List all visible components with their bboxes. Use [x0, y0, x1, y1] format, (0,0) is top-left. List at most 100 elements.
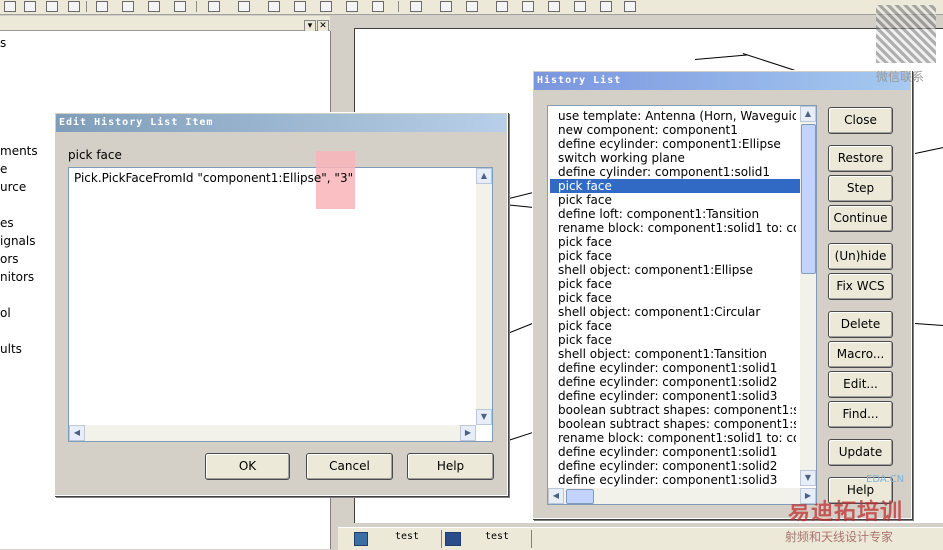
tree-item[interactable]: s — [0, 36, 6, 50]
toolbar-icon[interactable] — [346, 1, 358, 12]
toolbar-icon[interactable] — [600, 1, 612, 12]
tree-item[interactable]: e — [0, 162, 7, 176]
status-tab[interactable]: test — [485, 531, 509, 546]
toolbar-icon[interactable] — [24, 1, 36, 12]
history-list-item[interactable]: define loft: component1:Tansition — [558, 207, 796, 221]
update-button[interactable]: Update — [828, 439, 893, 466]
history-list-item[interactable]: pick face — [550, 179, 804, 193]
history-list-item[interactable]: use template: Antenna (Horn, Waveguide — [558, 109, 796, 123]
history-list-item[interactable]: define ecylinder: component1:solid3 — [558, 389, 796, 403]
tree-item[interactable]: ors — [0, 252, 19, 266]
contact-watermark: 微信联系 — [876, 70, 925, 84]
history-list-item[interactable]: shell object: component1:Circular — [558, 305, 796, 319]
toolbar-icon[interactable] — [148, 1, 160, 12]
history-list-item[interactable]: pick face — [558, 333, 796, 347]
toolbar-icon[interactable] — [466, 1, 478, 12]
history-list-item[interactable]: switch working plane — [558, 151, 796, 165]
toolbar-icon[interactable] — [122, 1, 134, 12]
unhide-button[interactable]: (Un)hide — [828, 243, 893, 270]
history-list-dialog: History List ▲ ▼ ◀ ▶ use template: Anten… — [532, 70, 912, 519]
tree-item[interactable]: es — [0, 216, 14, 230]
history-list-item[interactable]: pick face — [558, 277, 796, 291]
delete-button[interactable]: Delete — [828, 311, 893, 338]
macro-button[interactable]: Macro... — [828, 341, 893, 368]
history-list-item[interactable]: define cylinder: component1:solid1 — [558, 165, 796, 179]
toolbar-icon[interactable] — [624, 1, 636, 12]
scroll-thumb[interactable] — [566, 489, 594, 504]
cancel-button[interactable]: Cancel — [306, 453, 393, 480]
scroll-up-icon[interactable]: ▲ — [800, 106, 816, 122]
history-list-item[interactable]: shell object: component1:Ellipse — [558, 263, 796, 277]
step-button[interactable]: Step — [828, 175, 893, 202]
toolbar-icon[interactable] — [496, 1, 508, 12]
tree-panel-buttons: ▾ ✕ — [303, 17, 329, 32]
close-button[interactable]: Close — [828, 107, 893, 134]
history-list-item[interactable]: define ecylinder: component1:solid2 — [558, 459, 796, 473]
history-list-item[interactable]: pick face — [558, 249, 796, 263]
toolbar-icon[interactable] — [410, 1, 422, 12]
toolbar-icon[interactable] — [548, 1, 560, 12]
edit-button[interactable]: Edit... — [828, 371, 893, 398]
scroll-down-icon[interactable]: ▼ — [476, 409, 492, 425]
history-list-item[interactable]: new component: component1 — [558, 123, 796, 137]
history-list-item[interactable]: define ecylinder: component1:solid1 — [558, 361, 796, 375]
command-textarea[interactable]: Pick.PickFaceFromId "component1:Ellipse"… — [68, 151, 493, 442]
tree-item[interactable]: urce — [0, 180, 26, 194]
continue-button[interactable]: Continue — [828, 205, 893, 232]
scroll-thumb[interactable] — [801, 124, 816, 274]
toolbar-icon[interactable] — [174, 1, 186, 12]
toolbar-icon[interactable] — [522, 1, 534, 12]
history-list[interactable]: ▲ ▼ ◀ ▶ use template: Antenna (Horn, Wav… — [547, 105, 817, 505]
fix-wcs-button[interactable]: Fix WCS — [828, 273, 893, 300]
tree-item[interactable]: ignals — [0, 234, 36, 248]
history-list-item[interactable]: shell object: component1:Tansition — [558, 347, 796, 361]
toolbar-icon[interactable] — [4, 1, 16, 12]
tree-item[interactable]: ments — [0, 144, 38, 158]
toolbar-icon[interactable] — [268, 1, 280, 12]
history-list-item[interactable]: pick face — [558, 291, 796, 305]
toolbar-icon[interactable] — [238, 1, 250, 12]
qr-code-watermark — [876, 5, 936, 63]
dialog-title: Edit History List Item — [56, 114, 506, 132]
tree-item[interactable]: ults — [0, 342, 22, 356]
find-button[interactable]: Find... — [828, 401, 893, 428]
ok-button[interactable]: OK — [205, 453, 290, 480]
vertical-scrollbar[interactable]: ▲ ▼ — [476, 168, 492, 425]
history-list-item[interactable]: define ecylinder: component1:solid2 — [558, 375, 796, 389]
history-list-item[interactable]: boolean subtract shapes: component1:so — [558, 417, 796, 431]
tree-item[interactable]: nitors — [0, 270, 34, 284]
horizontal-scrollbar[interactable]: ◀ ▶ — [548, 488, 816, 504]
status-tab[interactable]: test — [395, 531, 419, 546]
tree-item[interactable]: ol — [0, 306, 11, 320]
toolbar-icon[interactable] — [372, 1, 384, 12]
restore-button[interactable]: Restore — [828, 145, 893, 172]
scroll-right-icon[interactable]: ▶ — [460, 425, 476, 441]
toolbar-icon[interactable] — [574, 1, 586, 12]
toolbar-icon[interactable] — [46, 1, 58, 12]
history-list-item[interactable]: boolean subtract shapes: component1:so — [558, 403, 796, 417]
history-list-item[interactable]: rename block: component1:solid1 to: com — [558, 431, 796, 445]
scroll-right-icon[interactable]: ▶ — [800, 488, 816, 504]
history-list-item[interactable]: pick face — [558, 235, 796, 249]
scroll-down-icon[interactable]: ▼ — [800, 470, 816, 486]
vertical-scrollbar[interactable]: ▲ ▼ — [800, 106, 816, 486]
history-list-item[interactable]: define ecylinder: component1:solid3 — [558, 473, 796, 487]
toolbar-icon[interactable] — [294, 1, 306, 12]
scroll-up-icon[interactable]: ▲ — [476, 168, 492, 184]
history-list-item[interactable]: pick face — [558, 319, 796, 333]
history-list-item[interactable]: pick face — [558, 193, 796, 207]
scroll-left-icon[interactable]: ◀ — [548, 488, 564, 504]
scroll-left-icon[interactable]: ◀ — [69, 425, 85, 441]
toolbar-icon[interactable] — [68, 1, 80, 12]
help-button[interactable]: Help — [407, 453, 494, 480]
toolbar-icon[interactable] — [96, 1, 108, 12]
history-list-item[interactable]: rename block: component1:solid1 to: com — [558, 221, 796, 235]
toolbar-icon[interactable] — [208, 1, 220, 12]
toolbar-icon[interactable] — [440, 1, 452, 12]
horizontal-scrollbar[interactable]: ◀ ▶ — [69, 425, 476, 441]
project-icon — [354, 532, 368, 546]
toolbar-icon[interactable] — [320, 1, 332, 12]
history-list-item[interactable]: define ecylinder: component1:Ellipse — [558, 137, 796, 151]
history-list-item[interactable]: define ecylinder: component1:solid1 — [558, 445, 796, 459]
main-toolbar — [0, 0, 943, 15]
